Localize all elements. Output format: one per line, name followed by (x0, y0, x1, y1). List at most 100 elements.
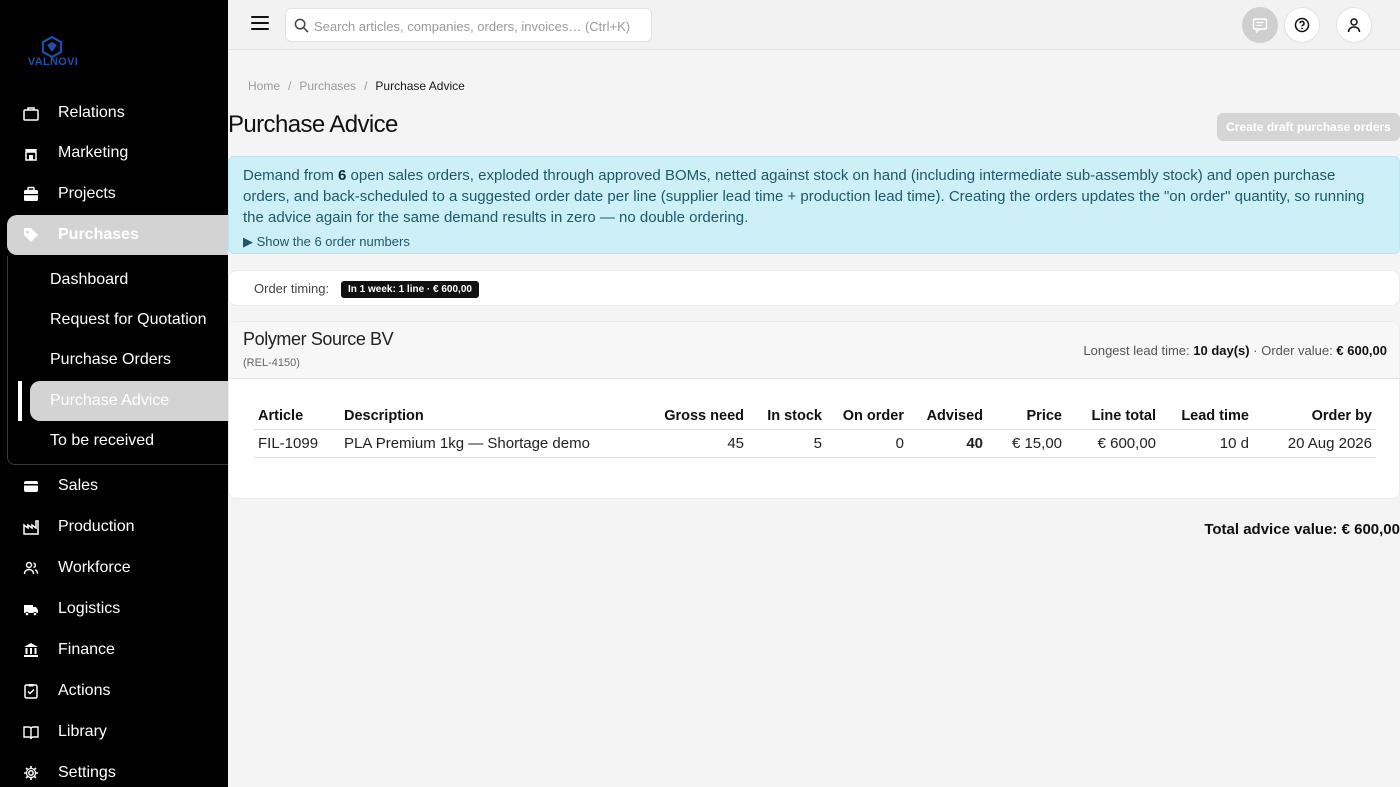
sidebar-item-workforce[interactable]: Workforce (0, 548, 228, 588)
sidebar-item-label: Marketing (58, 144, 129, 161)
marketing-icon (25, 149, 37, 161)
messages-button[interactable] (1242, 7, 1278, 43)
logo-icon (41, 36, 63, 58)
supplier-header: Polymer Source BV (REL-4150) Longest lea… (229, 322, 1399, 379)
top-bar (228, 0, 1400, 50)
user-icon (1347, 18, 1361, 33)
sidebar-item-sales[interactable]: Sales (0, 466, 228, 506)
sidebar-item-label: Sales (58, 477, 99, 494)
global-search[interactable] (285, 8, 652, 42)
sidebar-subitem-purchase-advice[interactable]: Purchase Advice (30, 381, 228, 421)
cell-on-order: 0 (826, 429, 908, 458)
sidebar-item-label: Settings (58, 764, 116, 781)
info-text: open sales orders, exploded through appr… (243, 167, 1365, 226)
column-header-lead-time: Lead time (1160, 402, 1253, 430)
order-timing-bar: Order timing: In 1 week: 1 line · € 600,… (228, 270, 1400, 306)
cell-description: PLA Premium 1kg — Shortage demo (340, 429, 640, 458)
advice-table: Article Description Gross need In stock … (254, 402, 1376, 458)
supplier-name[interactable]: Polymer Source BV (243, 329, 394, 350)
order-timing-chip[interactable]: In 1 week: 1 line · € 600,00 (341, 281, 479, 298)
search-input[interactable] (314, 16, 644, 36)
info-banner: Demand from 6 open sales orders, explode… (228, 156, 1400, 254)
clipboard-check-icon (24, 684, 38, 699)
active-indicator (18, 381, 22, 421)
breadcrumb-separator: / (364, 79, 368, 93)
breadcrumb-purchases[interactable]: Purchases (299, 79, 356, 93)
order-timing-label: Order timing: (254, 281, 330, 296)
sidebar-subitem-to-be-received[interactable]: To be received (8, 421, 228, 461)
cell-order-by: 20 Aug 2026 (1253, 429, 1376, 458)
disclosure-triangle-icon: ▶ (243, 234, 253, 249)
help-icon (1294, 17, 1310, 33)
sidebar-item-library[interactable]: Library (0, 712, 228, 752)
supplier-card: Polymer Source BV (REL-4150) Longest lea… (228, 321, 1400, 499)
cell-in-stock: 5 (748, 429, 826, 458)
brand-name: VALNOVI (27, 56, 79, 68)
supplier-summary: Longest lead time: 10 day(s) · Order val… (1083, 343, 1387, 358)
production-icon (23, 520, 39, 535)
sidebar-item-label: Finance (58, 641, 115, 658)
column-header-order-by: Order by (1253, 402, 1376, 430)
cell-price: € 15,00 (987, 429, 1066, 458)
cell-article[interactable]: FIL-1099 (254, 429, 340, 458)
sidebar-subitem-label: Request for Quotation (50, 311, 207, 328)
total-advice-value: Total advice value: € 600,00 (1204, 521, 1400, 538)
purchases-submenu: Dashboard Request for Quotation Purchase… (7, 256, 228, 465)
book-icon (23, 726, 39, 740)
relations-icon (23, 107, 39, 121)
sidebar-subitem-dashboard[interactable]: Dashboard (8, 260, 228, 300)
column-header-advised: Advised (908, 402, 987, 430)
sidebar-item-label: Projects (58, 185, 116, 202)
sidebar-item-label: Production (58, 518, 135, 535)
breadcrumb-separator: / (288, 79, 292, 93)
sidebar-item-relations[interactable]: Relations (0, 93, 228, 133)
breadcrumb-current: Purchase Advice (375, 79, 465, 93)
column-header-in-stock: In stock (748, 402, 826, 430)
summary-separator: · (1253, 343, 1258, 358)
supplier-code: (REL-4150) (243, 357, 300, 369)
truck-icon (24, 605, 38, 617)
sidebar-item-finance[interactable]: Finance (0, 630, 228, 670)
sidebar-subitem-label: Purchase Orders (50, 351, 171, 368)
sidebar-subitem-request-for-quotation[interactable]: Request for Quotation (8, 300, 228, 340)
table-row[interactable]: FIL-1099 PLA Premium 1kg — Shortage demo… (254, 429, 1376, 458)
menu-toggle-icon[interactable] (251, 16, 269, 32)
sidebar-item-logistics[interactable]: Logistics (0, 589, 228, 629)
sidebar-item-production[interactable]: Production (0, 507, 228, 547)
brand-logo[interactable]: VALNOVI (22, 34, 84, 76)
sidebar-item-label: Logistics (58, 600, 121, 617)
cell-gross-need: 45 (640, 429, 748, 458)
create-draft-orders-button[interactable]: Create draft purchase orders (1217, 113, 1400, 141)
workforce-icon (23, 561, 39, 575)
chat-icon (1252, 18, 1268, 33)
sidebar-item-projects[interactable]: Projects (0, 174, 228, 214)
column-header-article: Article (254, 402, 340, 430)
order-value-label: Order value: (1261, 343, 1333, 358)
bank-icon (24, 643, 38, 657)
sidebar: VALNOVI Relations Marketing Projects Pur… (0, 0, 228, 787)
sidebar-item-label: Purchases (58, 226, 139, 243)
page-title: Purchase Advice (228, 111, 398, 138)
help-button[interactable] (1284, 7, 1320, 43)
breadcrumb-home[interactable]: Home (248, 79, 280, 93)
projects-icon (24, 186, 38, 201)
sidebar-item-purchases[interactable]: Purchases (7, 215, 228, 255)
profile-button[interactable] (1336, 7, 1372, 43)
show-order-numbers-toggle[interactable]: ▶ Show the 6 order numbers (243, 231, 410, 252)
tag-icon (24, 228, 38, 242)
info-prefix: Demand from (243, 167, 339, 184)
sidebar-subitem-purchase-orders[interactable]: Purchase Orders (8, 340, 228, 380)
sidebar-item-actions[interactable]: Actions (0, 671, 228, 711)
cell-lead-time: 10 d (1160, 429, 1253, 458)
cell-advised: 40 (908, 429, 987, 458)
sidebar-item-label: Library (58, 723, 107, 740)
search-icon (294, 18, 309, 33)
sidebar-item-marketing[interactable]: Marketing (0, 133, 228, 173)
gear-icon (24, 766, 38, 780)
column-header-gross-need: Gross need (640, 402, 748, 430)
sidebar-item-settings[interactable]: Settings (0, 753, 228, 787)
sidebar-subitem-label: To be received (50, 432, 155, 449)
column-header-on-order: On order (826, 402, 908, 430)
order-value: € 600,00 (1336, 343, 1387, 358)
toggle-label: Show the 6 order numbers (256, 234, 410, 249)
